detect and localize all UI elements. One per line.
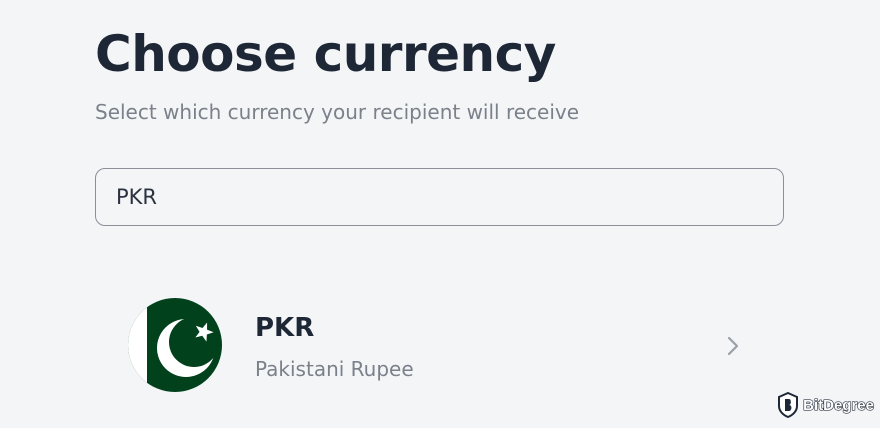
currency-search-box[interactable] bbox=[95, 168, 784, 226]
currency-search-input[interactable] bbox=[116, 185, 756, 209]
page-subtitle: Select which currency your recipient wil… bbox=[95, 100, 580, 124]
bitdegree-logo-icon bbox=[778, 392, 799, 418]
currency-name: Pakistani Rupee bbox=[255, 357, 414, 381]
currency-code: PKR bbox=[255, 313, 315, 343]
bitdegree-watermark: BitDegree bbox=[777, 390, 874, 420]
pakistan-flag-icon bbox=[128, 298, 222, 392]
watermark-text: BitDegree bbox=[803, 396, 875, 414]
page-title: Choose currency bbox=[95, 25, 556, 83]
chevron-right-icon[interactable] bbox=[723, 334, 743, 358]
currency-option-pkr[interactable]: PKR Pakistani Rupee bbox=[128, 298, 748, 394]
